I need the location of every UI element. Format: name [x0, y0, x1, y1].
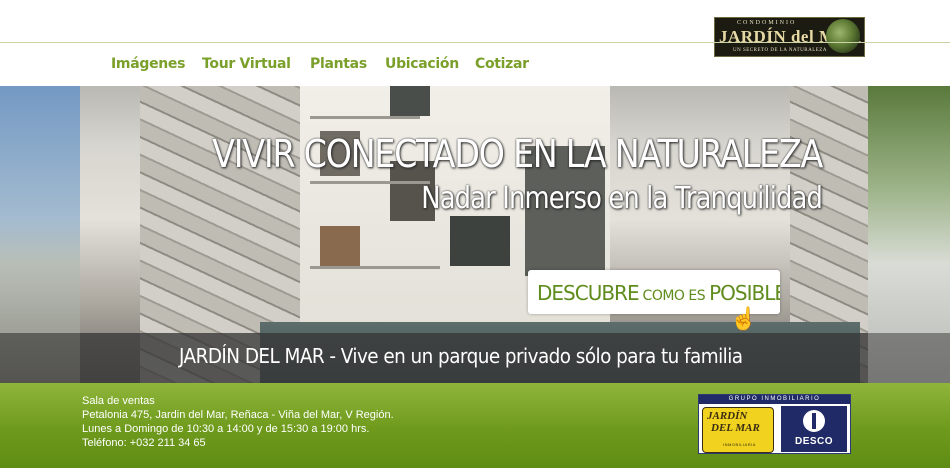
desco-emblem-spike — [812, 413, 816, 429]
sales-office-info: Sala de ventas Petalonia 475, Jardin del… — [82, 394, 394, 450]
nav-item-ubicacion[interactable]: Ubicación — [385, 56, 459, 72]
logo-top-text: CONDOMINIO — [737, 20, 797, 26]
desco-text: DESCO — [794, 436, 834, 447]
logo-sub-text: UN SECRETO DE LA NATURALEZA — [733, 48, 827, 53]
brand-logo[interactable]: CONDOMINIO JARDÍN del MAR UN SECRETO DE … — [714, 17, 865, 57]
cta-text-1: DESCUBRE — [537, 281, 640, 305]
sales-office-heading: Sala de ventas — [82, 395, 155, 407]
sales-office-address: Petalonia 475, Jardin del Mar, Reñaca - … — [82, 409, 394, 421]
globe-icon — [826, 19, 860, 53]
hand-cursor-icon: ☝ — [730, 306, 758, 331]
desco-logo[interactable]: DESCO — [781, 406, 847, 452]
header-divider — [0, 42, 950, 43]
cta-text-2: COMO ES — [638, 288, 710, 304]
logo1-sub: INMOBILIARIA — [723, 442, 756, 447]
tagline-banner: JARDÍN DEL MAR - Vive en un parque priva… — [80, 333, 868, 383]
banner-shade-left — [0, 333, 80, 383]
nav-item-tour-virtual[interactable]: Tour Virtual — [202, 56, 291, 72]
logo1-line1: JARDÍN — [707, 410, 748, 422]
logo1-line2: DEL MAR — [711, 422, 760, 434]
hero-subtitle: Nadar Inmerso en la Tranquilidad — [421, 181, 823, 216]
sales-office-hours: Lunes a Domingo de 10:30 a 14:00 y de 15… — [82, 423, 370, 435]
banner-shade-right — [868, 333, 950, 383]
sales-office-phone: Teléfono: +032 211 34 65 — [82, 437, 206, 449]
partner-heading: GRUPO INMOBILIARIO — [699, 395, 850, 404]
nav-item-imagenes[interactable]: Imágenes — [111, 56, 185, 72]
jardin-del-mar-logo[interactable]: JARDÍN DEL MAR INMOBILIARIA — [702, 407, 774, 453]
nav-item-plantas[interactable]: Plantas — [310, 56, 367, 72]
partner-logos: GRUPO INMOBILIARIO JARDÍN DEL MAR INMOBI… — [698, 394, 851, 454]
hero-title: VIVIR CONECTADO EN LA NATURALEZA — [212, 132, 823, 176]
nav-item-cotizar[interactable]: Cotizar — [475, 56, 529, 72]
hero-slider: VIVIR CONECTADO EN LA NATURALEZA Nadar I… — [0, 86, 950, 383]
tagline-text: JARDÍN DEL MAR - Vive en un parque priva… — [179, 344, 743, 368]
footer: Sala de ventas Petalonia 475, Jardin del… — [0, 383, 950, 468]
cta-text-3: POSIBLE — [709, 281, 780, 305]
